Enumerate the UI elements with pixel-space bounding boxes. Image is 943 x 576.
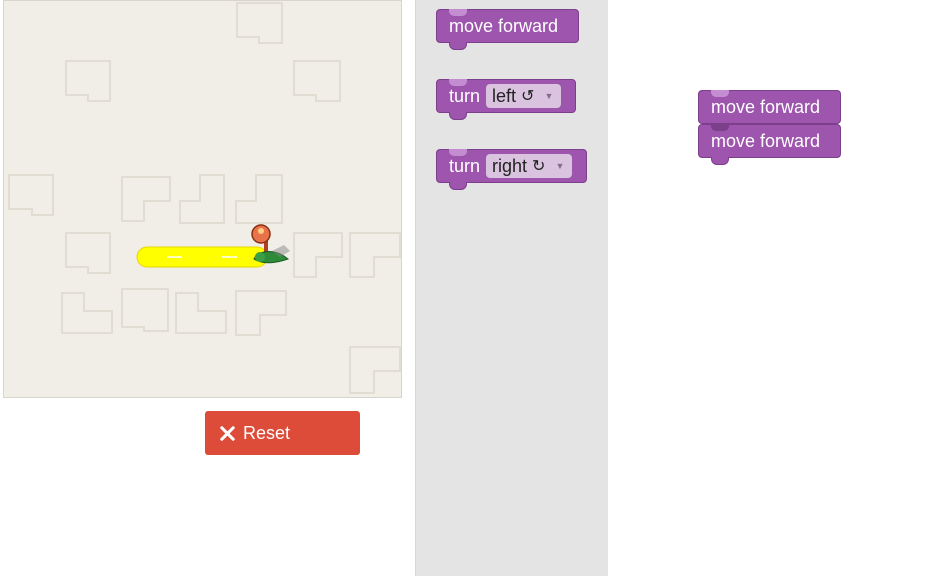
maze-wall-tile: [65, 60, 111, 102]
maze-wall-tile: [235, 290, 287, 336]
block-top-notch: [449, 149, 467, 156]
reset-button[interactable]: Reset: [205, 411, 360, 455]
dropdown-value: right: [492, 155, 528, 176]
maze-wall-tile: [175, 292, 227, 334]
maze-wall-tile: [61, 292, 113, 334]
maze-wall-tile: [236, 2, 283, 44]
maze-wall-tile: [349, 346, 401, 394]
maze-wall-tile: [8, 174, 54, 216]
reset-button-label: Reset: [243, 422, 291, 443]
block-label: turn: [449, 155, 481, 176]
direction-dropdown[interactable]: right ↻ ▼: [486, 154, 573, 178]
dropdown-arrow-icon: ▼: [555, 161, 565, 171]
block-label: turn: [449, 85, 481, 106]
maze-drawing: [8, 2, 401, 394]
block-label: move forward: [449, 15, 559, 36]
block-bottom-notch: [711, 157, 729, 165]
block-bottom-notch: [449, 182, 467, 190]
toolbox-block-turn-left[interactable]: turn left ↺ ▼: [436, 79, 576, 120]
dropdown-arrow-icon: ▼: [544, 91, 554, 101]
maze-wall-tile: [121, 288, 169, 332]
rotate-left-icon: ↺: [521, 88, 535, 105]
block-label: move forward: [711, 130, 821, 151]
rotate-right-icon: ↻: [532, 158, 546, 175]
toolbox-block-turn-right[interactable]: turn right ↻ ▼: [436, 149, 587, 190]
block-top-notch: [711, 124, 729, 131]
block-top-notch: [449, 79, 467, 86]
direction-dropdown[interactable]: left ↺ ▼: [486, 84, 562, 108]
block-top-notch: [449, 9, 467, 16]
workspace-block-move-forward[interactable]: move forward: [698, 90, 841, 124]
maze-wall-tile: [121, 176, 171, 222]
block-label: move forward: [711, 96, 821, 117]
block-bottom-notch: [449, 42, 467, 50]
maze-wall-tile: [293, 60, 341, 102]
close-icon: [219, 425, 235, 441]
maze-canvas: [3, 0, 402, 398]
block-top-notch: [711, 90, 729, 97]
maze-wall-tile: [65, 232, 111, 274]
block-bottom-notch: [449, 112, 467, 120]
maze-wall-tile: [349, 232, 401, 278]
maze-path: [136, 246, 268, 268]
workspace-block-move-forward[interactable]: move forward: [698, 124, 841, 165]
dropdown-value: left: [492, 85, 517, 106]
maze-wall-tile: [235, 174, 283, 224]
toolbox-block-move-forward[interactable]: move forward: [436, 9, 579, 50]
maze-wall-tile: [293, 232, 343, 278]
maze-wall-tile: [179, 174, 225, 224]
